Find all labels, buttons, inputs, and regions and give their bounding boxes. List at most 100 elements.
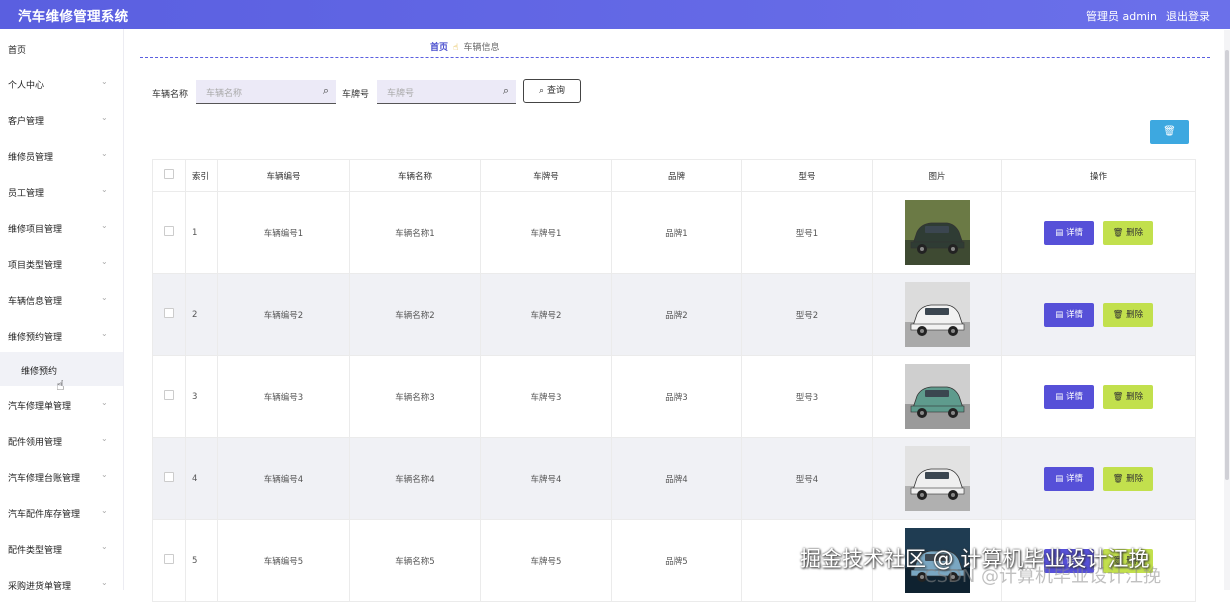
cell-plate: 车牌号2: [480, 273, 612, 356]
row-select-cell: [152, 355, 186, 438]
vehicle-name-label: 车辆名称: [152, 90, 189, 100]
table-header-row: 索引 车辆编号 车辆名称 车牌号 品牌 型号 图片 操作: [152, 159, 1196, 192]
sidebar-item[interactable]: 个人中心 ⌄: [0, 66, 123, 100]
row-select-cell: [152, 437, 186, 520]
pointer-cursor-icon: ☝: [56, 378, 65, 394]
chevron-down-icon: ⌄: [101, 398, 108, 407]
col-image: 图片: [872, 159, 1002, 192]
sidebar-item[interactable]: 汽车配件库存管理 ⌄: [0, 495, 123, 529]
sidebar-item[interactable]: 维修预约管理 ⌄: [0, 318, 123, 352]
breadcrumb-home[interactable]: 首页: [430, 43, 448, 53]
row-checkbox[interactable]: [164, 390, 174, 400]
cell-vehicle-code: 车辆编号2: [217, 273, 350, 356]
cell-actions: ▤ 详情 🗑 删除: [1001, 437, 1196, 520]
plate-placeholder: 车牌号: [387, 89, 415, 99]
delete-button-label: 删除: [1126, 391, 1144, 402]
cell-image: [872, 437, 1002, 520]
cell-vehicle-name: 车辆名称1: [349, 191, 481, 274]
vehicle-image[interactable]: [904, 446, 970, 511]
delete-button[interactable]: 🗑 删除: [1102, 466, 1153, 491]
delete-button-label: 删除: [1126, 473, 1144, 484]
col-model: 型号: [741, 159, 873, 192]
cell-model: 型号4: [741, 437, 873, 520]
sidebar-item-label: 维修预约: [21, 367, 58, 377]
trash-icon: 🗑: [1112, 391, 1127, 402]
delete-button[interactable]: 🗑 删除: [1102, 302, 1153, 327]
vehicle-image[interactable]: [904, 364, 970, 429]
chevron-down-icon: ⌄: [101, 185, 108, 194]
sidebar-item[interactable]: 维修员管理 ⌄: [0, 138, 123, 172]
cell-model: 型号1: [741, 191, 873, 274]
row-checkbox[interactable]: [164, 472, 174, 482]
watermark: 掘金技术社区 @ 计算机毕业设计江挽: [800, 547, 1150, 571]
sidebar-item-label: 维修员管理: [8, 153, 54, 163]
cell-brand: 品牌2: [611, 273, 742, 356]
sidebar-item-label: 汽车配件库存管理: [8, 510, 81, 520]
detail-button-label: 详情: [1066, 473, 1084, 484]
delete-button[interactable]: 🗑 删除: [1102, 220, 1153, 245]
detail-button[interactable]: ▤ 详情: [1044, 384, 1095, 409]
cell-brand: 品牌4: [611, 437, 742, 520]
sidebar-item[interactable]: 员工管理 ⌄: [0, 174, 123, 208]
cell-plate: 车牌号5: [480, 519, 612, 602]
plate-input[interactable]: 车牌号 ⌕: [377, 80, 516, 104]
scrollbar-thumb[interactable]: [1225, 50, 1229, 480]
cell-model: 型号3: [741, 355, 873, 438]
detail-button-label: 详情: [1066, 391, 1084, 402]
col-vehicle-code: 车辆编号: [217, 159, 350, 192]
col-vehicle-name: 车辆名称: [349, 159, 481, 192]
detail-button[interactable]: ▤ 详情: [1044, 466, 1095, 491]
sidebar-item[interactable]: 项目类型管理 ⌄: [0, 246, 123, 280]
detail-button[interactable]: ▤ 详情: [1044, 220, 1095, 245]
sidebar-item-label: 员工管理: [8, 189, 45, 199]
row-checkbox[interactable]: [164, 308, 174, 318]
trash-icon: 🗑: [1163, 126, 1176, 137]
cell-vehicle-code: 车辆编号5: [217, 519, 350, 602]
cell-index: 2: [185, 273, 218, 356]
cell-vehicle-name: 车辆名称3: [349, 355, 481, 438]
cell-vehicle-code: 车辆编号4: [217, 437, 350, 520]
vehicle-name-input[interactable]: 车辆名称 ⌕: [196, 80, 336, 104]
breadcrumb-separator-icon: ☝: [453, 43, 459, 53]
chevron-down-icon: ⌄: [101, 329, 108, 338]
sidebar-item-label: 汽车修理单管理: [8, 402, 72, 412]
select-all-checkbox[interactable]: [164, 169, 174, 179]
cell-brand: 品牌3: [611, 355, 742, 438]
delete-button[interactable]: 🗑 删除: [1102, 384, 1153, 409]
chevron-down-icon: ⌄: [101, 221, 108, 230]
cell-vehicle-name: 车辆名称4: [349, 437, 481, 520]
detail-button[interactable]: ▤ 详情: [1044, 302, 1095, 327]
vehicle-image[interactable]: [904, 282, 970, 347]
table-row: 2 车辆编号2 车辆名称2 车牌号2 品牌2 型号2 ▤ 详情 🗑 删除: [152, 273, 1196, 356]
query-button[interactable]: ⌕ 查询: [523, 79, 581, 103]
sidebar-item[interactable]: 汽车修理台账管理 ⌄: [0, 459, 123, 493]
sidebar-item[interactable]: 车辆信息管理 ⌄: [0, 282, 123, 316]
document-icon: ▤: [1055, 473, 1066, 484]
col-index: 索引: [185, 159, 218, 192]
cell-brand: 品牌5: [611, 519, 742, 602]
sidebar-item[interactable]: 配件类型管理 ⌄: [0, 531, 123, 565]
vehicle-image[interactable]: [904, 200, 970, 265]
cell-actions: ▤ 详情 🗑 删除: [1001, 273, 1196, 356]
row-checkbox[interactable]: [164, 554, 174, 564]
sidebar-item-label: 项目类型管理: [8, 261, 63, 271]
breadcrumb: 首页 ☝ 车辆信息: [430, 40, 500, 53]
cell-image: [872, 273, 1002, 356]
logout-link[interactable]: 退出登录: [1166, 8, 1210, 24]
cell-index: 4: [185, 437, 218, 520]
sidebar-item[interactable]: 首页: [0, 31, 123, 65]
cell-index: 1: [185, 191, 218, 274]
sidebar-item-label: 维修预约管理: [8, 333, 63, 343]
page-scrollbar[interactable]: [1224, 30, 1230, 590]
sidebar-item[interactable]: 维修项目管理 ⌄: [0, 210, 123, 244]
cell-actions: ▤ 详情 🗑 删除: [1001, 191, 1196, 274]
breadcrumb-current: 车辆信息: [463, 43, 500, 53]
vehicle-table: 索引 车辆编号 车辆名称 车牌号 品牌 型号 图片 操作 1 车辆编号1 车辆名…: [152, 159, 1196, 602]
sidebar-item[interactable]: 采购进货单管理 ⌄: [0, 567, 123, 590]
sidebar-item[interactable]: 配件领用管理 ⌄: [0, 423, 123, 457]
batch-delete-button[interactable]: 🗑: [1150, 120, 1189, 144]
sidebar-item[interactable]: 客户管理 ⌄: [0, 102, 123, 136]
col-actions: 操作: [1001, 159, 1196, 192]
trash-icon: 🗑: [1112, 309, 1127, 320]
row-checkbox[interactable]: [164, 226, 174, 236]
